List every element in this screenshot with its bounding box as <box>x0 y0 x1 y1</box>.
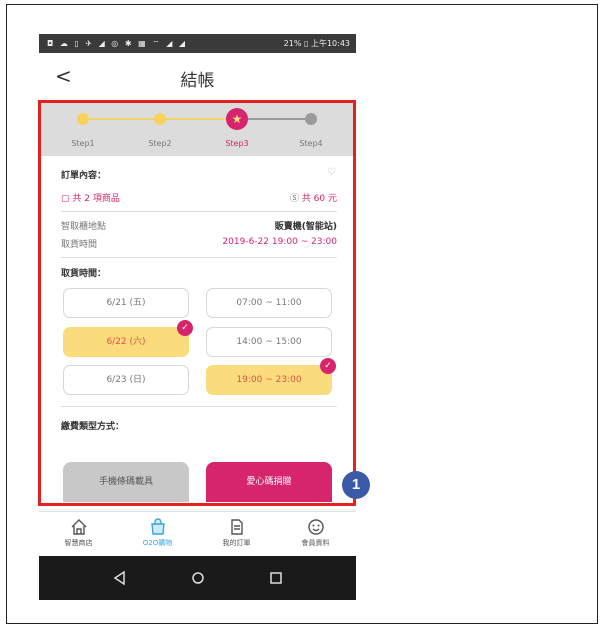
tab-label: 智慧商店 <box>64 539 93 547</box>
nav-back-icon[interactable] <box>111 569 129 587</box>
tab-label: 我的訂單 <box>222 539 251 547</box>
annotation-highlight-box <box>38 100 356 506</box>
annotation-badge: 1 <box>342 471 370 499</box>
smiley-icon <box>307 519 324 535</box>
tab-o2o-shopping[interactable]: O2O購物 <box>118 512 197 557</box>
status-icons: ◘ ☁ ▯ ✈ ◢ ◎ ✱ ▦ ⌔ ◢ ◢ <box>47 39 188 48</box>
status-bar: ◘ ☁ ▯ ✈ ◢ ◎ ✱ ▦ ⌔ ◢ ◢ 21% ▯ 上午10:43 <box>39 34 356 53</box>
tab-label: 會員資料 <box>301 539 330 547</box>
tab-smart-store[interactable]: 智慧商店 <box>39 512 118 557</box>
tab-member-info[interactable]: 會員資料 <box>276 512 355 557</box>
page-title: 結帳 <box>180 71 215 91</box>
document-icon <box>230 519 243 535</box>
nav-recent-icon[interactable] <box>267 569 285 587</box>
nav-home-icon[interactable] <box>189 569 207 587</box>
app-header: < 結帳 <box>39 53 356 101</box>
home-icon <box>71 519 86 535</box>
bottom-tab-bar: 智慧商店 O2O購物 我的訂單 會員資料 <box>39 511 356 557</box>
tab-my-orders[interactable]: 我的訂單 <box>197 512 276 557</box>
tab-label: O2O購物 <box>142 539 173 547</box>
android-nav-bar <box>39 556 356 600</box>
shopping-bag-icon <box>150 518 165 535</box>
status-battery-time: 21% ▯ 上午10:43 <box>283 39 350 48</box>
